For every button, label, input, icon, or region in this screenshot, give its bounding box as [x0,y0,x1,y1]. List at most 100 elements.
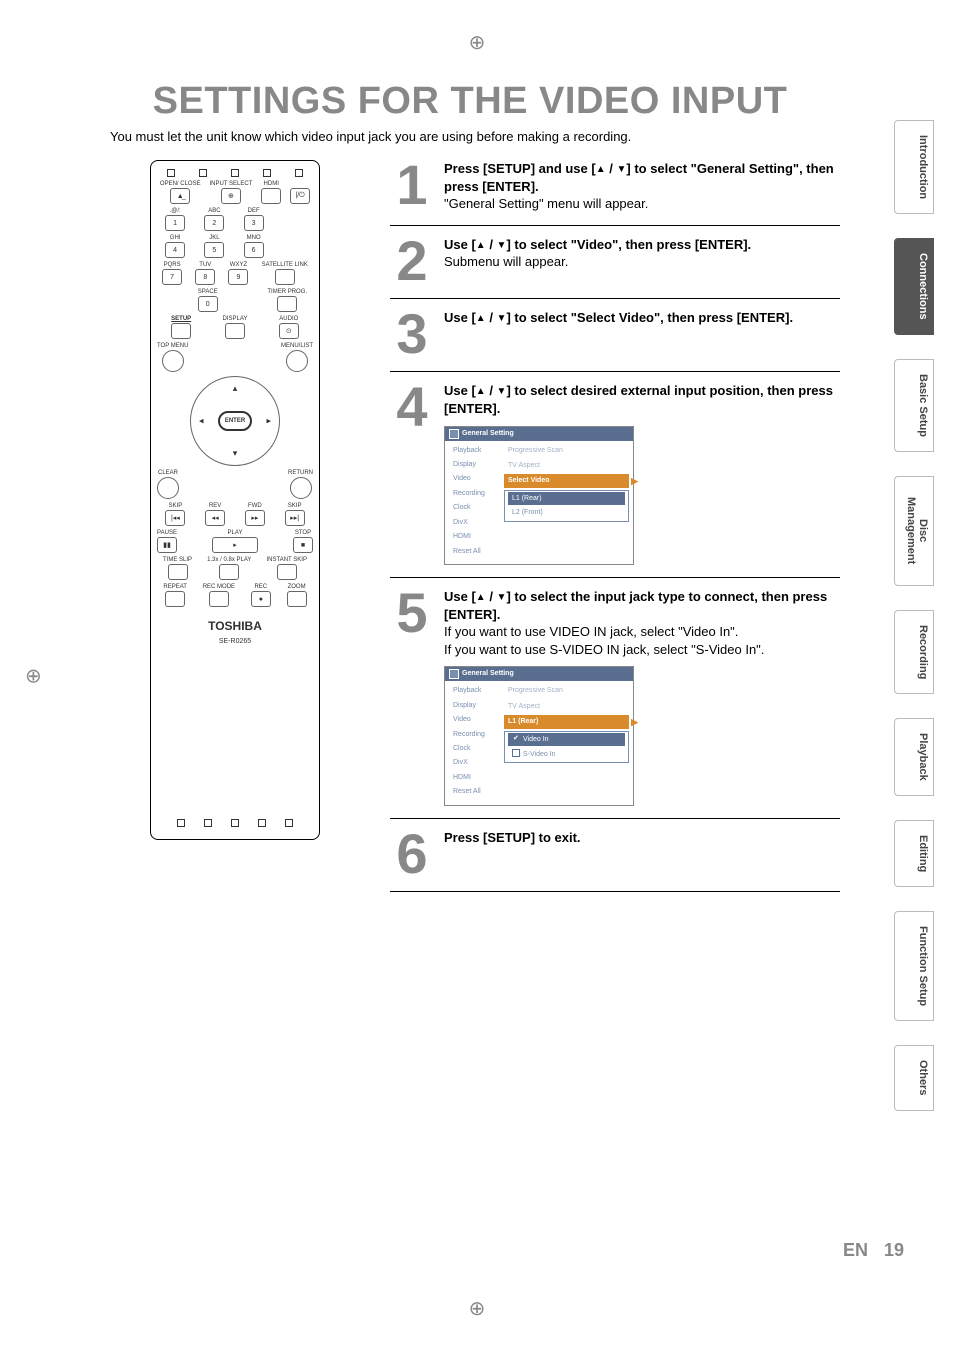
step-heading: Use [▲ / ▼] to select "Select Video", th… [444,309,840,327]
osd-right-item-dim: Progressive Scan [504,684,629,697]
remote-btn-speedplay [219,564,239,580]
footer-page: 19 [884,1240,904,1261]
osd-left-item: HDMI [449,771,501,784]
footer-lang: EN [843,1240,868,1261]
remote-btn-timeslip [168,564,188,580]
remote-btn-audio: ⊙ [279,323,299,339]
remote-btn-rec: ● [251,591,271,607]
remote-over-2: ABC [208,208,220,214]
remote-key-5: 5 [204,242,224,258]
tab-basic-setup[interactable]: Basic Setup [894,359,934,452]
remote-btn-enter: ENTER [218,411,252,431]
step-number: 5 [390,588,434,638]
osd-panel: General SettingPlaybackDisplayVideoRecor… [444,426,634,566]
remote-btn-recmode [209,591,229,607]
remote-wheel-down-icon: ▾ [233,448,238,459]
remote-over-6: MNO [247,235,261,241]
remote-btn-fwd: ▸▸ [245,510,265,526]
remote-label-setup: SETUP [171,316,191,322]
remote-label-stop: STOP [295,530,311,536]
tab-editing[interactable]: Editing [894,820,934,887]
osd-left-item: Playback [449,684,501,697]
remote-label-fwd: FWD [248,503,262,509]
osd-left-menu: PlaybackDisplayVideoRecordingClockDivXHD… [449,444,501,559]
remote-over-8: TUV [199,262,211,268]
remote-control-illustration: OPEN/ CLOSE▲̲ INPUT SELECT⊕ HDMI |/⏻ .@/… [150,160,320,840]
osd-left-item: Video [449,472,501,485]
tab-recording[interactable]: Recording [894,610,934,694]
step-4: 4Use [▲ / ▼] to select desired external … [390,372,840,578]
up-triangle-icon: ▲ [476,313,486,324]
remote-label-speedplay: 1.3x / 0.8x PLAY [207,557,251,563]
step-heading: Press [SETUP] and use [▲ / ▼] to select … [444,160,840,195]
osd-panel: General SettingPlaybackDisplayVideoRecor… [444,666,634,806]
osd-left-item: Recording [449,487,501,500]
remote-btn-skipback: |◂◂ [165,510,185,526]
remote-wheel-left-icon: ◂ [199,416,204,427]
step-body: Use [▲ / ▼] to select "Video", then pres… [444,236,840,271]
remote-label-skipback: SKIP [169,503,183,509]
remote-btn-clear [157,477,179,499]
remote-label-return: RETURN [288,470,313,476]
osd-left-item: HDMI [449,530,501,543]
remote-label-skipfwd: SKIP [288,503,302,509]
checkbox-icon [512,749,520,757]
osd-title: General Setting [445,667,633,681]
remote-label-zoom: ZOOM [288,584,306,590]
osd-body: PlaybackDisplayVideoRecordingClockDivXHD… [445,681,633,805]
remote-key-0: 0 [198,296,218,312]
remote-key-4: 4 [165,242,185,258]
remote-key-1: 1 [165,215,185,231]
remote-label-repeat: REPEAT [163,584,187,590]
step-body: Press [SETUP] to exit. [444,829,840,847]
remote-over-4: GHI [170,235,181,241]
step-5: 5Use [▲ / ▼] to select the input jack ty… [390,578,840,819]
steps-list: 1 Press [SETUP] and use [▲ / ▼] to select… [390,160,840,892]
remote-nav-wheel: ▴ ▾ ◂ ▸ ENTER [190,376,280,466]
step-body: Use [▲ / ▼] to select desired external i… [444,382,840,565]
remote-over-1: .@/: [170,208,181,214]
remote-label-topmenu: TOP MENU [157,343,188,349]
remote-btn-rev: ◂◂ [205,510,225,526]
remote-btn-setup [171,323,191,339]
osd-list-item: L1 (Rear) [508,492,625,505]
tab-function-setup[interactable]: Function Setup [894,911,934,1021]
remote-btn-skipfwd: ▸▸| [285,510,305,526]
remote-label-audio: AUDIO [279,316,298,322]
remote-wheel-right-icon: ▸ [266,416,271,427]
remote-btn-eject: ▲̲ [170,188,190,204]
remote-btn-input-select: ⊕ [221,188,241,204]
step-3: 3Use [▲ / ▼] to select "Select Video", t… [390,299,840,372]
osd-left-item: Reset All [449,785,501,798]
crop-mark-top: ⊕ [469,30,486,55]
down-triangle-icon: ▼ [497,313,507,324]
tab-others[interactable]: Others [894,1045,934,1110]
crop-mark-bottom: ⊕ [469,1296,486,1321]
osd-right-item-dim: TV Aspect [504,700,629,713]
step-number: 1 [390,160,434,210]
remote-label-display: DISPLAY [223,316,248,322]
remote-label-recmode: REC MODE [203,584,235,590]
tab-connections[interactable]: Connections [894,238,934,335]
remote-bottom-dots [157,815,313,831]
remote-label-clear: CLEAR [158,470,178,476]
osd-body: PlaybackDisplayVideoRecordingClockDivXHD… [445,441,633,565]
tab-introduction[interactable]: Introduction [894,120,934,214]
tab-disc-management[interactable]: Disc Management [894,476,934,586]
down-triangle-icon: ▼ [497,240,507,251]
step-heading: Use [▲ / ▼] to select desired external i… [444,382,840,417]
up-triangle-icon: ▲ [476,386,486,397]
remote-btn-menulist [286,350,308,372]
remote-btn-topmenu [162,350,184,372]
remote-label-open-close: OPEN/ CLOSE [160,181,201,187]
crop-mark-left: ⊕ [25,663,42,688]
remote-btn-display [225,323,245,339]
page-footer: EN 19 [0,1240,904,1261]
step-1: 1 Press [SETUP] and use [▲ / ▼] to select… [390,160,840,226]
remote-btn-return [290,477,312,499]
step-subtext: "General Setting" menu will appear. [444,195,840,213]
osd-highlight: Select Video▶ [504,474,629,487]
step-6: 6Press [SETUP] to exit. [390,819,840,892]
tab-playback[interactable]: Playback [894,718,934,796]
remote-label-pause: PAUSE [157,530,177,536]
